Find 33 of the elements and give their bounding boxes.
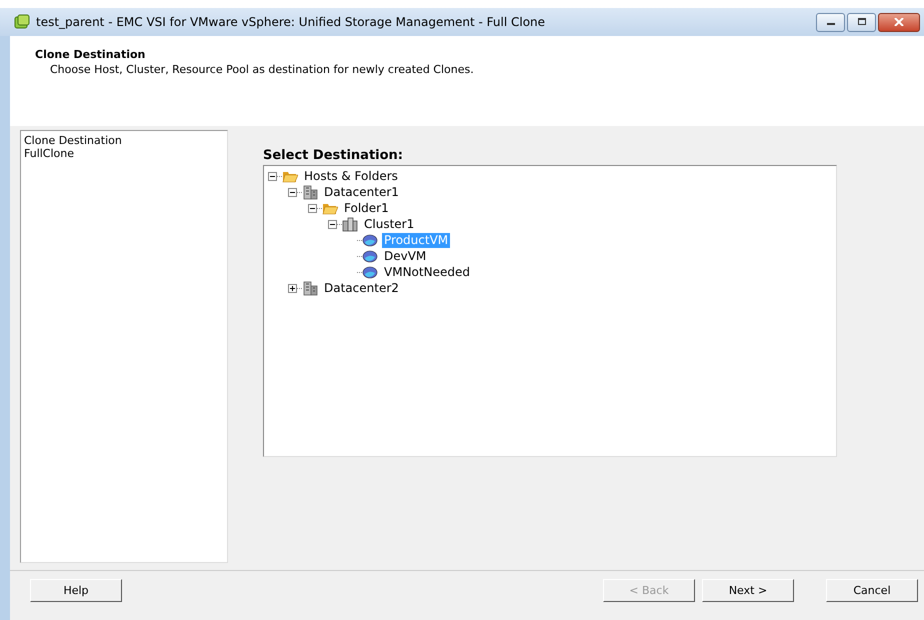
maximize-button[interactable] (847, 12, 876, 32)
cancel-button[interactable]: Cancel (826, 579, 918, 602)
tree-item[interactable]: DevVM (382, 248, 428, 264)
close-icon (894, 18, 904, 26)
expand-icon[interactable] (288, 284, 297, 292)
collapse-icon[interactable] (308, 204, 317, 212)
page-description: Choose Host, Cluster, Resource Pool as destination for newly created Clones. (50, 63, 475, 76)
section-label: Select Destination: (263, 148, 404, 163)
sphere-icon (362, 232, 378, 248)
tree-item[interactable]: Datacenter2 (322, 280, 401, 296)
collapse-icon[interactable] (288, 188, 297, 196)
servers-icon (342, 216, 358, 232)
close-button[interactable] (878, 12, 920, 32)
help-button[interactable]: Help (30, 579, 122, 602)
window-title: test_parent - EMC VSI for VMware vSphere: Unified Storage Management - Full Clone (36, 15, 546, 29)
maximize-icon (856, 18, 866, 26)
tree-item[interactable]: Folder1 (342, 200, 391, 216)
collapse-icon[interactable] (328, 220, 337, 228)
page-title: Clone Destination (35, 48, 146, 61)
step-item: Clone Destination (24, 134, 123, 147)
tree-item[interactable]: Datacenter1 (322, 184, 401, 200)
app-icon (14, 14, 30, 30)
sphere-icon (362, 248, 378, 264)
collapse-icon[interactable] (268, 172, 277, 180)
step-item: FullClone (24, 147, 76, 160)
sphere-icon (362, 264, 378, 280)
minimize-button[interactable] (816, 12, 845, 32)
building-icon (302, 280, 318, 296)
tree-item[interactable]: Hosts & Folders (302, 168, 400, 184)
tree-item[interactable]: VMNotNeeded (382, 264, 472, 280)
next-button[interactable]: Next > (702, 579, 794, 602)
tree-item[interactable]: Cluster1 (362, 216, 416, 232)
building-icon (302, 184, 318, 200)
